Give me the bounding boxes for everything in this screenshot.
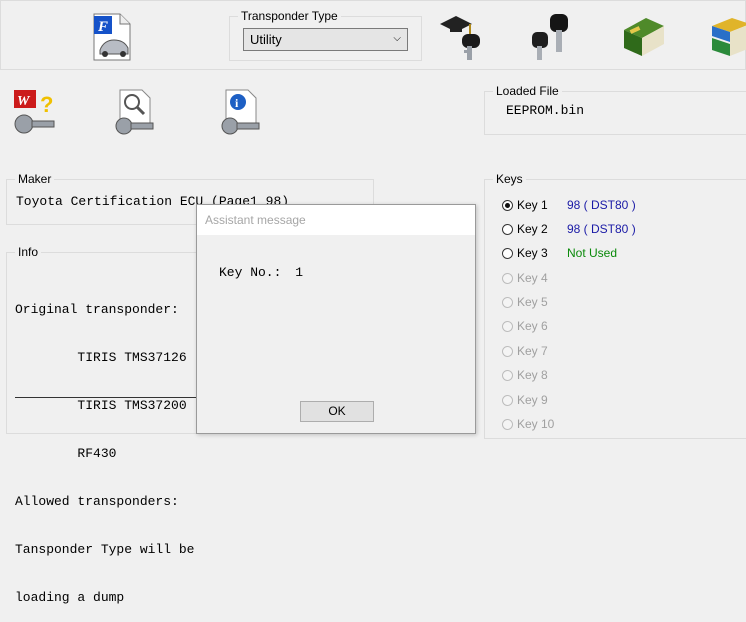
key-label: Key 3 — [517, 246, 548, 260]
info-text: Original transponder: TIRIS TMS37126 TIR… — [15, 270, 194, 622]
dialog-message-value: 1 — [295, 265, 304, 280]
info-line: Original transponder: — [15, 302, 179, 317]
radio-button — [502, 418, 513, 430]
key-label: Key 10 — [517, 417, 555, 431]
transponder-type-value: Utility — [250, 32, 282, 47]
transponder-type-select[interactable]: Utility ⌵ — [243, 28, 408, 51]
key-value-2: 98 ( DST80 ) — [567, 222, 636, 236]
info-key-icon[interactable]: i — [218, 88, 264, 136]
transponder-type-label: Transponder Type — [238, 9, 341, 23]
key-label: Key 7 — [517, 344, 548, 358]
car-file-icon[interactable]: F — [90, 12, 136, 62]
key-label: Key 6 — [517, 319, 548, 333]
keys-label: Keys — [493, 172, 526, 186]
key-radio-3[interactable]: Key 3 — [502, 244, 548, 262]
dialog-title: Assistant message — [197, 205, 475, 235]
key-label: Key 2 — [517, 222, 548, 236]
key-radio-7: Key 7 — [502, 342, 548, 360]
key-radio-6: Key 6 — [502, 317, 548, 335]
info-line: Tansponder Type will be — [15, 542, 195, 557]
assistant-message-dialog: Assistant message Key No.: 1 OK — [196, 204, 476, 434]
key-radio-1[interactable]: Key 1 — [502, 196, 548, 214]
loaded-file-label: Loaded File — [493, 84, 562, 98]
dialog-body: Key No.: 1 OK — [197, 235, 475, 433]
key-radio-9: Key 9 — [502, 391, 548, 409]
key-radio-2[interactable]: Key 2 — [502, 220, 548, 238]
radio-button — [502, 272, 513, 284]
key-radio-8: Key 8 — [502, 366, 548, 384]
radio-button[interactable] — [502, 199, 513, 211]
key-value-3: Not Used — [567, 246, 618, 260]
ok-button[interactable]: OK — [300, 401, 374, 422]
chevron-down-icon: ⌵ — [393, 33, 401, 44]
search-key-icon[interactable] — [112, 88, 158, 136]
svg-text:F: F — [97, 19, 108, 35]
write-key-icon[interactable]: W ? — [12, 88, 58, 136]
radio-button — [502, 369, 513, 381]
key-label: Key 1 — [517, 198, 548, 212]
svg-text:W: W — [17, 94, 31, 109]
info-label: Info — [15, 245, 42, 259]
dialog-message: Key No.: 1 — [219, 265, 303, 280]
info-line: TIRIS TMS37126 — [15, 350, 187, 365]
maker-label: Maker — [15, 172, 55, 186]
green-book-icon[interactable] — [618, 12, 668, 62]
radio-button[interactable] — [502, 247, 513, 259]
graduate-key-icon[interactable] — [436, 12, 486, 62]
info-line: TIRIS TMS37200 — [15, 398, 187, 413]
key-label: Key 5 — [517, 295, 548, 309]
dialog-message-label: Key No.: — [219, 265, 282, 280]
key-value-1: 98 ( DST80 ) — [567, 198, 636, 212]
key-radio-10: Key 10 — [502, 415, 554, 433]
key-radio-4: Key 4 — [502, 269, 548, 287]
key-label: Key 4 — [517, 271, 548, 285]
key-label: Key 9 — [517, 393, 548, 407]
radio-button — [502, 394, 513, 406]
info-line: Allowed transponders: — [15, 494, 179, 509]
books-stack-icon[interactable] — [706, 12, 746, 62]
radio-button[interactable] — [502, 223, 513, 235]
loaded-file-value: EEPROM.bin — [506, 103, 585, 118]
radio-button — [502, 345, 513, 357]
info-divider — [15, 397, 197, 398]
radio-button — [502, 296, 513, 308]
info-line: RF430 — [15, 446, 117, 461]
key-label: Key 8 — [517, 368, 548, 382]
key-radio-5: Key 5 — [502, 293, 548, 311]
car-keys-icon[interactable] — [528, 12, 578, 62]
radio-button — [502, 320, 513, 332]
info-line: loading a dump — [15, 590, 125, 605]
svg-text:?: ? — [40, 92, 53, 117]
